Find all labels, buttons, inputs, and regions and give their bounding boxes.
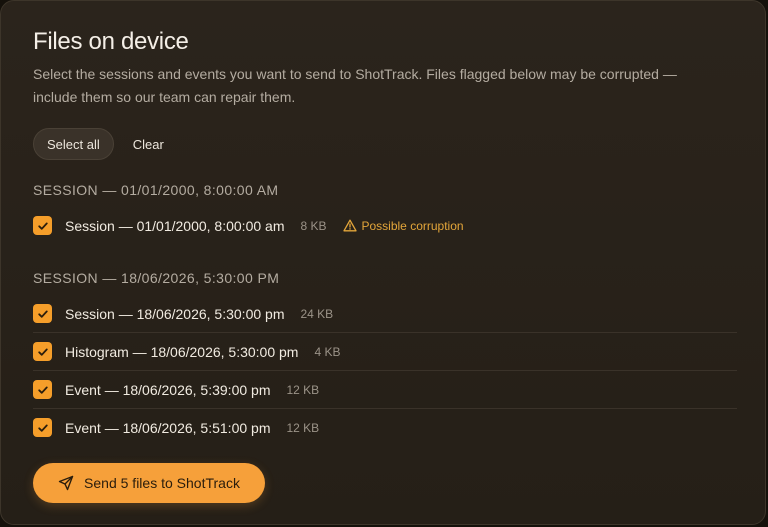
paper-plane-icon [58, 475, 74, 491]
file-label: Session — 01/01/2000, 8:00:00 am [65, 217, 285, 234]
checkbox[interactable] [33, 216, 52, 235]
file-row[interactable]: Session — 18/06/2026, 5:30:00 pm 24 KB [33, 295, 737, 333]
check-icon [37, 424, 48, 432]
file-label: Event — 18/06/2026, 5:39:00 pm [65, 381, 271, 398]
file-size: 4 KB [314, 344, 341, 359]
file-size: 12 KB [286, 420, 320, 435]
file-size: 8 KB [300, 218, 327, 233]
select-all-button[interactable]: Select all [33, 128, 114, 160]
warning-triangle-icon [342, 219, 357, 232]
checkbox[interactable] [33, 304, 52, 323]
checkbox[interactable] [33, 342, 52, 361]
group-header-1: SESSION — 01/01/2000, 8:00:00 AM [33, 182, 279, 198]
clear-button[interactable]: Clear [120, 128, 177, 160]
file-size: 24 KB [300, 306, 334, 321]
group-2-list: Session — 18/06/2026, 5:30:00 pm 24 KB H… [33, 295, 737, 446]
file-row[interactable]: Histogram — 18/06/2026, 5:30:00 pm 4 KB [33, 333, 737, 371]
corruption-warning: Possible corruption [342, 218, 464, 233]
group-1-list: Session — 01/01/2000, 8:00:00 am 8 KB Po… [33, 207, 737, 244]
file-label: Session — 18/06/2026, 5:30:00 pm [65, 305, 285, 322]
file-size: 12 KB [286, 382, 320, 397]
check-icon [37, 386, 48, 394]
send-button-label: Send 5 files to ShotTrack [84, 475, 240, 491]
checkbox[interactable] [33, 418, 52, 437]
panel-description: Select the sessions and events you want … [33, 66, 677, 105]
selection-actions: Select all Clear [33, 128, 177, 160]
file-row[interactable]: Event — 18/06/2026, 5:39:00 pm 12 KB [33, 371, 737, 409]
file-row[interactable]: Event — 18/06/2026, 5:51:00 pm 12 KB [33, 409, 737, 446]
file-label: Histogram — 18/06/2026, 5:30:00 pm [65, 343, 299, 360]
file-label: Event — 18/06/2026, 5:51:00 pm [65, 419, 271, 436]
check-icon [37, 348, 48, 356]
send-button[interactable]: Send 5 files to ShotTrack [33, 463, 265, 503]
checkbox[interactable] [33, 380, 52, 399]
group-header-2: SESSION — 18/06/2026, 5:30:00 PM [33, 270, 280, 286]
check-icon [37, 310, 48, 318]
check-icon [37, 222, 48, 230]
file-row[interactable]: Session — 01/01/2000, 8:00:00 am 8 KB Po… [33, 207, 737, 244]
files-panel: Files on device Select the sessions and … [0, 0, 766, 525]
warning-label: Possible corruption [361, 218, 464, 233]
panel-title: Files on device [33, 28, 189, 55]
